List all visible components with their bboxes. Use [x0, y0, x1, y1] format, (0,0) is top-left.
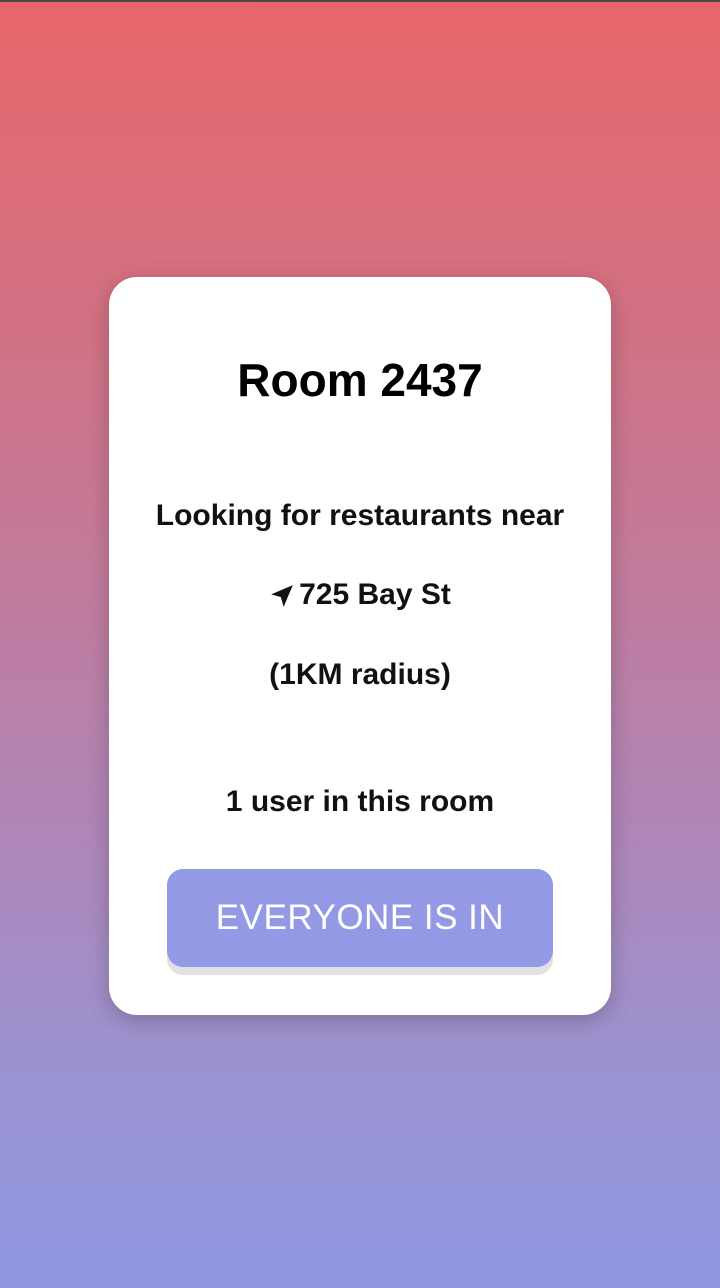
address-text: 725 Bay St — [299, 578, 451, 611]
room-card: Room 2437 Looking for restaurants near 7… — [109, 277, 611, 1015]
navigation-arrow-icon — [269, 583, 295, 609]
address-row: 725 Bay St — [109, 578, 611, 612]
everyone-is-in-button[interactable]: EVERYONE IS IN — [167, 869, 553, 967]
looking-for-text: Looking for restaurants near — [155, 499, 565, 532]
user-count-text: 1 user in this room — [225, 785, 495, 818]
status-bar-edge — [0, 0, 720, 2]
radius-text: (1KM radius) — [269, 658, 451, 691]
room-title: Room 2437 — [237, 354, 483, 406]
everyone-is-in-label: EVERYONE IS IN — [215, 898, 505, 937]
